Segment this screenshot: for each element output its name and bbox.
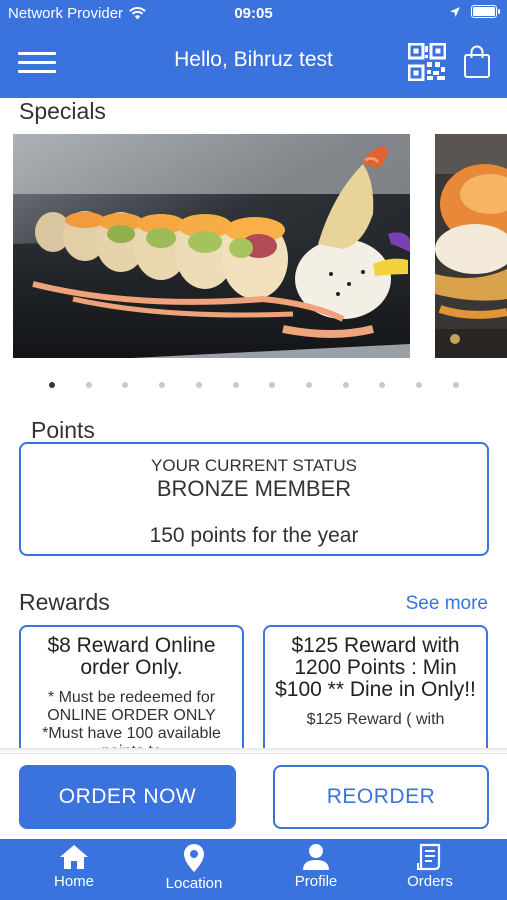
tab-profile[interactable]: Profile bbox=[266, 839, 366, 900]
reorder-button[interactable]: REORDER bbox=[273, 765, 489, 829]
carousel-dot[interactable] bbox=[159, 382, 165, 388]
app-header: Hello, Bihruz test bbox=[0, 28, 507, 98]
qr-code-icon[interactable] bbox=[408, 43, 446, 81]
bottom-tab-bar: Home Location Profile Orders bbox=[0, 839, 507, 900]
carousel-dot[interactable] bbox=[343, 382, 349, 388]
tab-label: Home bbox=[53, 873, 94, 890]
specials-slide[interactable] bbox=[13, 134, 410, 358]
reward-title: $8 Reward Online order Only. bbox=[47, 634, 216, 679]
shopping-bag-icon[interactable] bbox=[463, 45, 491, 79]
action-bar: ORDER NOW REORDER bbox=[0, 753, 507, 839]
reward-card[interactable]: $125 Reward with 1200 Points : Min $100 … bbox=[263, 625, 488, 753]
carousel-pagination bbox=[0, 382, 507, 392]
sushi-image bbox=[435, 134, 507, 358]
receipt-icon bbox=[417, 843, 441, 871]
home-icon bbox=[60, 845, 88, 869]
carousel-dot[interactable] bbox=[379, 382, 385, 388]
tab-label: Orders bbox=[407, 873, 453, 890]
status-label: YOUR CURRENT STATUS bbox=[151, 456, 357, 475]
member-level: BRONZE MEMBER bbox=[156, 476, 352, 501]
tab-location[interactable]: Location bbox=[144, 839, 244, 900]
clock: 09:05 bbox=[234, 5, 273, 22]
main-content[interactable]: Specials Points YOUR CURRENT STATUS BRON… bbox=[0, 98, 507, 753]
location-arrow-icon bbox=[450, 6, 460, 17]
carousel-dot[interactable] bbox=[196, 382, 202, 388]
carousel-dot[interactable] bbox=[453, 382, 459, 388]
specials-slide[interactable] bbox=[435, 134, 507, 358]
carousel-dot[interactable] bbox=[233, 382, 239, 388]
specials-heading: Specials bbox=[19, 98, 106, 124]
location-pin-icon bbox=[184, 844, 204, 872]
see-more-link[interactable]: See more bbox=[406, 593, 488, 615]
reward-title: $125 Reward with 1200 Points : Min $100 … bbox=[275, 634, 476, 701]
points-heading: Points bbox=[31, 417, 95, 443]
points-total: 150 points for the year bbox=[149, 524, 359, 547]
reward-description: * Must be redeemed for ONLINE ORDER ONLY… bbox=[42, 689, 221, 753]
points-status-card: YOUR CURRENT STATUS BRONZE MEMBER 150 po… bbox=[19, 442, 489, 556]
carousel-dot[interactable] bbox=[86, 382, 92, 388]
order-now-button[interactable]: ORDER NOW bbox=[19, 765, 236, 829]
tab-orders[interactable]: Orders bbox=[380, 839, 480, 900]
reward-description: $125 Reward ( with bbox=[306, 711, 445, 728]
tab-home[interactable]: Home bbox=[24, 839, 124, 900]
sushi-roll-image bbox=[13, 134, 410, 358]
status-bar: Network Provider 09:05 bbox=[0, 0, 507, 28]
reward-card[interactable]: $8 Reward Online order Only. * Must be r… bbox=[19, 625, 244, 753]
tab-label: Profile bbox=[294, 873, 338, 890]
tab-label: Location bbox=[165, 875, 223, 892]
carousel-dot[interactable] bbox=[416, 382, 422, 388]
carousel-dot[interactable] bbox=[49, 382, 55, 388]
carousel-dot[interactable] bbox=[269, 382, 275, 388]
profile-icon bbox=[303, 844, 329, 870]
carousel-dot[interactable] bbox=[306, 382, 312, 388]
rewards-heading: Rewards bbox=[19, 589, 110, 615]
battery-icon bbox=[471, 5, 500, 18]
carousel-dot[interactable] bbox=[122, 382, 128, 388]
